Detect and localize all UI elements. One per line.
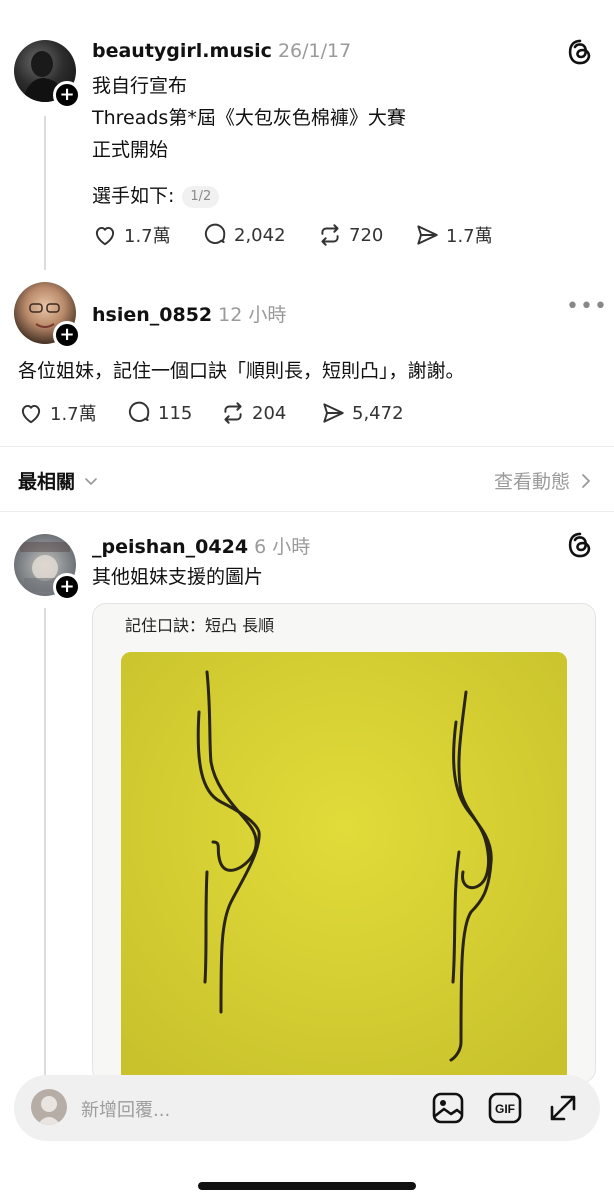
like-count: 1.7萬: [124, 226, 171, 247]
view-activity-label: 查看動態: [493, 471, 570, 493]
post-actions: 1.7萬 2,042 720 1.7萬: [92, 222, 512, 252]
page-indicator[interactable]: 1/2: [182, 185, 220, 208]
like-button[interactable]: 1.7萬: [92, 222, 171, 248]
comment-icon: [204, 223, 226, 244]
repost-count: 204: [252, 402, 287, 424]
comment-button[interactable]: 2,042: [202, 222, 286, 248]
chevron-down-icon: [85, 477, 97, 485]
follow-plus-button[interactable]: +: [53, 321, 81, 349]
replies-sort-bar: 最相關 查看動態: [0, 446, 614, 512]
follow-plus-button[interactable]: +: [53, 81, 81, 109]
repost-button[interactable]: 720: [317, 222, 383, 248]
post-beautygirl: + beautygirl.music 26/1/17 我自行宣布 Threads第…: [0, 0, 614, 270]
post-time: 12 小時: [218, 304, 287, 326]
reply-input[interactable]: 新增回覆...: [81, 1096, 170, 1122]
my-avatar: [31, 1089, 67, 1125]
svg-text:GIF: GIF: [495, 1102, 515, 1116]
comment-count: 2,042: [234, 224, 286, 246]
post-time: 26/1/17: [277, 40, 352, 62]
list-intro-label: 選手如下:: [92, 185, 175, 207]
post-actions: 1.7萬 115 204 5,472: [18, 400, 438, 430]
like-count: 1.7萬: [50, 404, 97, 425]
post-text: 各位姐妹，記住一個口訣「順則長，短則凸」，謝謝。: [18, 360, 465, 382]
thread-line: [44, 116, 46, 270]
repost-button[interactable]: 204: [220, 400, 286, 426]
post-line-3: 正式開始: [92, 139, 169, 161]
share-button[interactable]: 1.7萬: [414, 222, 493, 248]
repost-count: 720: [349, 224, 384, 246]
expand-icon[interactable]: [546, 1091, 580, 1125]
heart-icon: [95, 226, 115, 246]
follow-plus-button[interactable]: +: [53, 573, 81, 601]
like-button[interactable]: 1.7萬: [18, 400, 97, 426]
image-caption-text: 記住口訣：短凸 長順: [125, 616, 275, 635]
line-sketch-drawing: [121, 652, 567, 1082]
share-count: 1.7萬: [446, 226, 493, 247]
threads-logo-icon[interactable]: [566, 531, 594, 559]
threads-logo-icon[interactable]: [566, 38, 594, 66]
image-icon[interactable]: [431, 1091, 465, 1125]
share-count: 5,472: [352, 402, 404, 424]
view-activity-link[interactable]: 查看動態: [494, 467, 592, 494]
post-username[interactable]: beautygirl.music 26/1/17: [92, 40, 351, 62]
reply-composer[interactable]: 新增回覆... GIF: [14, 1075, 600, 1141]
sketch-image: [121, 652, 567, 1082]
post-line-1: 我自行宣布: [92, 75, 188, 97]
post-hsien: + hsien_0852 12 小時 ••• 各位姐妹，記住一個口訣「順則長，短則…: [0, 270, 614, 446]
share-button[interactable]: 5,472: [320, 400, 404, 426]
thread-line: [44, 608, 46, 1078]
gif-icon[interactable]: GIF: [488, 1091, 522, 1125]
post-line-2: Threads第*屆《大包灰色棉褲》大賽: [92, 107, 406, 129]
send-icon: [323, 403, 344, 423]
chevron-right-icon: [582, 473, 590, 488]
post-list-intro: 選手如下: 1/2: [92, 180, 220, 212]
comment-icon: [128, 401, 150, 422]
repost-icon: [224, 402, 242, 424]
sort-dropdown[interactable]: 最相關: [18, 467, 99, 494]
post-image-attachment[interactable]: 記住口訣：短凸 長順: [92, 603, 596, 1083]
post-username[interactable]: hsien_0852 12 小時: [92, 300, 286, 327]
post-text: 其他姐妹支援的圖片: [92, 566, 264, 588]
home-indicator[interactable]: [198, 1182, 416, 1190]
comment-button[interactable]: 115: [126, 400, 192, 426]
avatar-figure-icon: [37, 1096, 61, 1125]
repost-icon: [321, 224, 339, 246]
heart-icon: [21, 404, 41, 424]
sort-label: 最相關: [18, 471, 76, 493]
post-username[interactable]: _peishan_0424 6 小時: [92, 532, 310, 559]
more-options-button[interactable]: •••: [566, 294, 608, 319]
comment-count: 115: [158, 402, 193, 424]
post-time: 6 小時: [254, 536, 311, 558]
send-icon: [417, 225, 438, 245]
